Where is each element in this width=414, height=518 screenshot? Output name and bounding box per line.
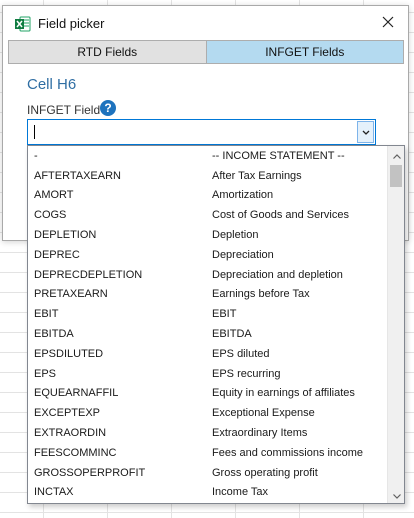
window-title: Field picker	[38, 16, 105, 31]
dropdown-item[interactable]: INCTAX Income Tax	[28, 483, 386, 503]
dropdown-item[interactable]: EQUEARNAFFIL Equity in earnings of affili…	[28, 384, 386, 404]
item-code: EXTRAORDIN	[34, 427, 107, 440]
item-description: Depreciation	[212, 248, 274, 261]
item-code: DEPLETION	[34, 229, 97, 242]
cell-reference-label: Cell H6	[27, 76, 77, 93]
item-description: EPS recurring	[212, 367, 281, 380]
item-description: Cost of Goods and Services	[212, 209, 349, 222]
item-description: Gross operating profit	[212, 466, 318, 479]
dropdown-item[interactable]: COGS Cost of Goods and Services	[28, 205, 386, 225]
item-code: DEPRECDEPLETION	[34, 268, 143, 281]
item-code: EQUEARNAFFIL	[34, 387, 119, 400]
help-icon[interactable]: ?	[100, 100, 116, 116]
dropdown-item[interactable]: AMORT Amortization	[28, 186, 386, 206]
dropdown-item[interactable]: EXCEPTEXP Exceptional Expense	[28, 403, 386, 423]
item-description: Depreciation and depletion	[212, 268, 343, 281]
excel-icon	[15, 16, 31, 32]
dropdown-item[interactable]: EPS EPS recurring	[28, 364, 386, 384]
item-code: INCTAX	[34, 486, 74, 499]
item-description: Exceptional Expense	[212, 407, 315, 420]
dropdown-scrollbar[interactable]	[387, 146, 404, 503]
close-icon	[382, 16, 394, 31]
dropdown-item[interactable]: EPSDILUTED EPS diluted	[28, 344, 386, 364]
chevron-down-icon	[392, 488, 401, 502]
dropdown-item[interactable]: DEPRECDEPLETION Depreciation and depletio…	[28, 265, 386, 285]
item-description: Earnings before Tax	[212, 288, 310, 301]
item-code: PRETAXEARN	[34, 288, 108, 301]
item-description: Amortization	[212, 189, 274, 202]
item-description: -- INCOME STATEMENT --	[212, 149, 345, 162]
dropdown-item[interactable]: EBIT EBIT	[28, 304, 386, 324]
item-description: EBIT	[212, 308, 237, 321]
infget-field-combobox[interactable]	[27, 119, 376, 145]
dropdown-item[interactable]: - -- INCOME STATEMENT --	[28, 146, 386, 166]
infget-field-input[interactable]	[28, 120, 356, 144]
scroll-thumb[interactable]	[390, 165, 402, 187]
scroll-up-button[interactable]	[388, 146, 404, 163]
field-dropdown-list[interactable]: - -- INCOME STATEMENT -- AFTERTAXEARN After…	[27, 145, 405, 504]
scroll-down-button[interactable]	[388, 486, 404, 503]
tab-rtd-fields[interactable]: RTD Fields	[9, 41, 207, 63]
item-code: EBIT	[34, 308, 59, 321]
tab-strip: RTD Fields INFGET Fields	[8, 40, 404, 64]
item-code: EPS	[34, 367, 57, 380]
dropdown-item[interactable]: DEPREC Depreciation	[28, 245, 386, 265]
item-code: EPSDILUTED	[34, 347, 104, 360]
item-code: AFTERTAXEARN	[34, 169, 121, 182]
infget-field-label: INFGET Field	[27, 103, 101, 117]
dropdown-toggle-button[interactable]	[357, 121, 374, 143]
dropdown-item[interactable]: AFTERTAXEARN After Tax Earnings	[28, 166, 386, 186]
dropdown-item[interactable]: GROSSOPERPROFIT Gross operating profit	[28, 463, 386, 483]
item-description: EPS diluted	[212, 347, 270, 360]
dropdown-item[interactable]: FEESCOMMINC Fees and commissions income	[28, 443, 386, 463]
text-caret	[34, 125, 35, 139]
chevron-down-icon	[362, 125, 370, 139]
item-code: DEPREC	[34, 248, 80, 261]
dropdown-item[interactable]: DEPLETION Depletion	[28, 225, 386, 245]
item-code: AMORT	[34, 189, 74, 202]
item-code: GROSSOPERPROFIT	[34, 466, 146, 479]
item-code: -	[34, 149, 38, 162]
dropdown-item[interactable]: EBITDA EBITDA	[28, 324, 386, 344]
tab-infget-fields[interactable]: INFGET Fields	[206, 41, 403, 63]
item-description: Depletion	[212, 229, 259, 242]
title-bar: Field picker	[3, 6, 408, 40]
item-code: EXCEPTEXP	[34, 407, 101, 420]
item-description: Extraordinary Items	[212, 427, 308, 440]
chevron-up-icon	[392, 148, 401, 162]
item-code: FEESCOMMINC	[34, 446, 117, 459]
item-description: Income Tax	[212, 486, 269, 499]
item-description: After Tax Earnings	[212, 169, 302, 182]
item-description: EBITDA	[212, 328, 252, 341]
item-code: EBITDA	[34, 328, 74, 341]
item-description: Fees and commissions income	[212, 446, 364, 459]
dropdown-item[interactable]: PRETAXEARN Earnings before Tax	[28, 285, 386, 305]
item-description: Equity in earnings of affiliates	[212, 387, 355, 400]
dropdown-item[interactable]: EXTRAORDIN Extraordinary Items	[28, 423, 386, 443]
item-code: COGS	[34, 209, 67, 222]
close-button[interactable]	[374, 12, 402, 34]
dropdown-rows: - -- INCOME STATEMENT -- AFTERTAXEARN After…	[28, 146, 386, 502]
